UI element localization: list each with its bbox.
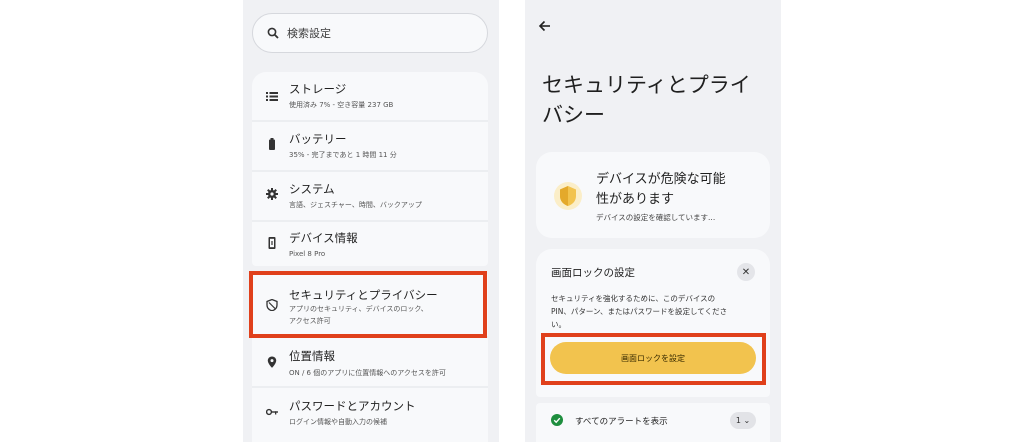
alert-count-chip[interactable]: 1 ⌄ — [730, 412, 756, 429]
check-circle-icon — [551, 414, 563, 426]
device-risk-title-line1: デバイスが危険な可能 — [596, 172, 726, 187]
warning-shield-icon — [554, 182, 582, 210]
close-button[interactable]: ✕ — [737, 263, 755, 281]
page-title: セキュリティとプライ バシー — [542, 70, 774, 130]
settings-item-title: 位置情報 — [289, 349, 335, 363]
search-input[interactable]: 検索設定 — [252, 13, 488, 53]
settings-item-title: システム — [289, 182, 335, 196]
page-title-line2: バシー — [542, 103, 605, 127]
settings-item-subtitle: Pixel 8 Pro — [289, 250, 326, 258]
highlight-frame-security — [249, 271, 487, 338]
gear-icon — [266, 188, 278, 200]
settings-item-title: パスワードとアカウント — [289, 399, 416, 413]
storage-list-icon — [266, 92, 278, 101]
page-title-line1: セキュリティとプライ — [542, 73, 751, 97]
settings-item-passwords-accounts[interactable]: パスワードとアカウント ログイン情報や自動入力の候補 — [252, 388, 488, 438]
screen-lock-description-line3: い。 — [551, 320, 566, 329]
screen-lock-title: 画面ロックの設定 — [551, 267, 635, 279]
settings-item-system[interactable]: システム 言語、ジェスチャー、時間、バックアップ — [252, 172, 488, 220]
settings-item-title: ストレージ — [289, 82, 347, 96]
close-icon: ✕ — [741, 266, 751, 278]
settings-item-subtitle: ログイン情報や自動入力の候補 — [289, 418, 387, 426]
screen-lock-description: セキュリティを強化するために、このデバイスの PIN、パターン、またはパスワード… — [551, 292, 761, 331]
device-risk-subtitle: デバイスの設定を確認しています... — [596, 213, 716, 222]
settings-item-subtitle: ON / 6 個のアプリに位置情報へのアクセスを許可 — [289, 369, 446, 377]
search-icon — [267, 27, 279, 39]
show-all-alerts-row[interactable]: すべてのアラートを表示 1 ⌄ — [536, 403, 770, 442]
settings-item-battery[interactable]: バッテリー 35% - 完了まであと 1 時間 11 分 — [252, 122, 488, 170]
location-pin-icon — [267, 356, 277, 368]
device-risk-title-line2: 性があります — [596, 192, 675, 207]
battery-icon — [269, 138, 275, 150]
settings-item-title: デバイス情報 — [289, 231, 358, 245]
device-risk-title: デバイスが危険な可能 性があります — [596, 170, 756, 210]
settings-item-title: バッテリー — [289, 132, 347, 146]
phone-info-icon — [268, 237, 276, 249]
settings-item-subtitle: 言語、ジェスチャー、時間、バックアップ — [289, 201, 422, 209]
screen-lock-description-line2: PIN、パターン、またはパスワードを設定してくださ — [551, 307, 728, 316]
settings-main-panel: 検索設定 ストレージ 使用済み 7% - 空き容量 237 GB バッテリー 3… — [243, 0, 499, 442]
back-arrow-icon[interactable] — [537, 18, 553, 34]
settings-group-device: ストレージ 使用済み 7% - 空き容量 237 GB バッテリー 35% - … — [252, 72, 488, 266]
settings-item-location[interactable]: 位置情報 ON / 6 個のアプリに位置情報へのアクセスを許可 — [252, 338, 488, 386]
screen-lock-description-line1: セキュリティを強化するために、このデバイスの — [551, 294, 716, 303]
settings-item-subtitle: 35% - 完了まであと 1 時間 11 分 — [289, 151, 397, 159]
settings-item-storage[interactable]: ストレージ 使用済み 7% - 空き容量 237 GB — [252, 72, 488, 120]
key-icon — [266, 408, 278, 416]
highlight-frame-set-lock — [541, 333, 766, 385]
settings-item-subtitle: 使用済み 7% - 空き容量 237 GB — [289, 101, 394, 109]
settings-item-device-info[interactable]: デバイス情報 Pixel 8 Pro — [252, 222, 488, 266]
show-all-alerts-label: すべてのアラートを表示 — [575, 417, 668, 427]
search-placeholder: 検索設定 — [287, 27, 331, 40]
device-risk-card: デバイスが危険な可能 性があります デバイスの設定を確認しています... — [536, 152, 770, 238]
